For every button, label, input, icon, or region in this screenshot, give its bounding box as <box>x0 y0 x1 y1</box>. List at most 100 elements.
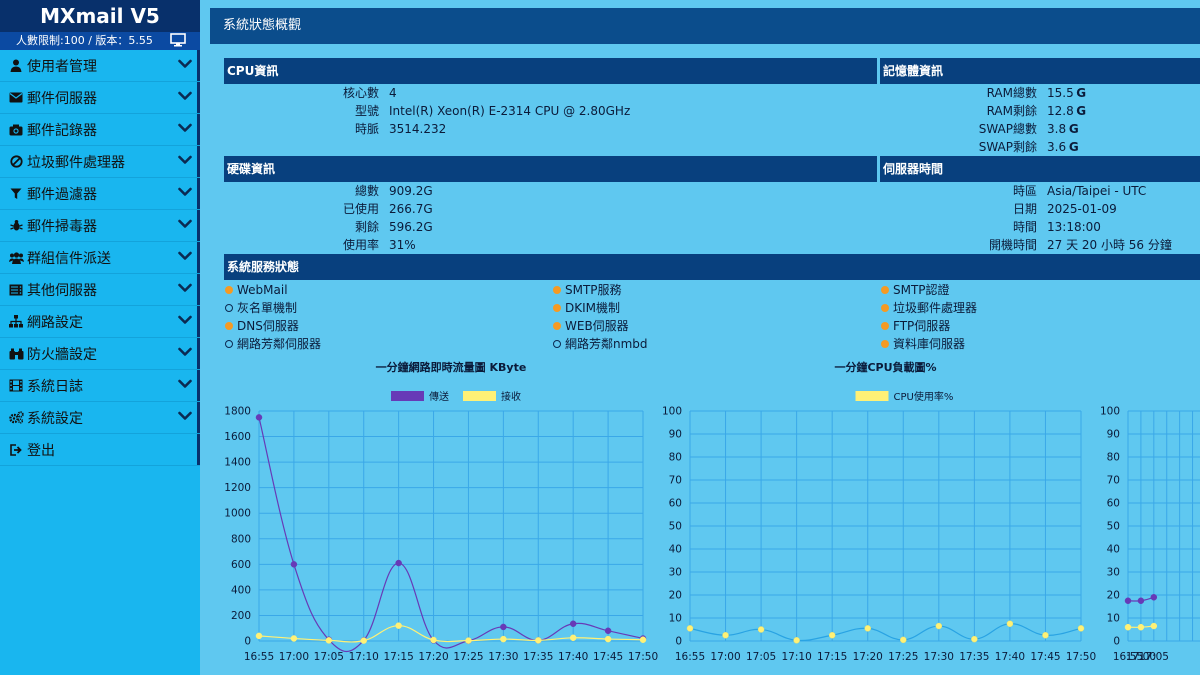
license-info-bar: 人數限制:100 / 版本：5.55 <box>0 32 200 50</box>
data-point <box>255 414 263 421</box>
server-time-value: 2025-01-09 <box>1047 202 1117 216</box>
data-point <box>500 623 507 631</box>
sidebar: MXmail V5 人數限制:100 / 版本：5.55 使用者管理 郵件伺服器郵… <box>0 0 200 675</box>
sign-out-icon <box>8 442 24 458</box>
y-tick-label: 800 <box>231 533 251 545</box>
ban-icon <box>8 154 24 170</box>
disk-section-title: 硬碟資訊 <box>224 156 877 182</box>
sidebar-item-filter[interactable]: 郵件過濾器 <box>0 178 200 210</box>
status-inactive-icon <box>553 340 561 348</box>
sidebar-item-film[interactable]: 系統日誌 <box>0 370 200 402</box>
sidebar-item-user[interactable]: 使用者管理 <box>0 50 200 82</box>
data-point <box>360 637 367 644</box>
sidebar-item-server[interactable]: 其他伺服器 <box>0 274 200 306</box>
x-tick-label: 16:55 <box>675 651 705 663</box>
status-active-icon <box>881 286 889 294</box>
memory-unit: G <box>1076 86 1087 100</box>
chevron-down-icon[interactable] <box>178 346 192 360</box>
server-time-value: 13:18:00 <box>1047 220 1101 234</box>
service-status-item: WEB伺服器 <box>553 317 629 335</box>
sidebar-item-label: 郵件過濾器 <box>27 186 97 203</box>
y-tick-label: 70 <box>669 475 682 487</box>
series-line <box>689 623 1082 642</box>
chevron-down-icon[interactable] <box>178 186 192 200</box>
sidebar-item-label: 群組信件派送 <box>27 250 111 267</box>
data-point <box>900 636 907 644</box>
legend-swatch <box>391 391 424 401</box>
sidebar-item-bug[interactable]: 郵件掃毒器 <box>0 210 200 242</box>
memory-label: RAM總數 <box>986 86 1037 100</box>
service-name: SMTP服務 <box>565 283 622 297</box>
page-title: 系統狀態概觀 <box>210 8 1200 44</box>
data-point <box>828 632 836 639</box>
data-point <box>686 625 694 632</box>
sidebar-item-sitemap[interactable]: 網路設定 <box>0 306 200 338</box>
y-tick-label: 80 <box>669 452 682 464</box>
memory-value: 3.8 G <box>1047 122 1079 136</box>
service-status-item: 資料庫伺服器 <box>881 335 965 353</box>
chevron-down-icon[interactable] <box>178 314 192 328</box>
x-tick-label: 17:45 <box>1030 651 1060 663</box>
data-point <box>1077 625 1085 632</box>
sidebar-item-label: 登出 <box>27 442 55 459</box>
sidebar-item-label: 垃圾郵件處理器 <box>27 154 125 171</box>
data-point <box>793 637 800 644</box>
server-icon <box>8 282 24 298</box>
y-tick-label: 1400 <box>224 457 251 469</box>
x-tick-label: 17:05 <box>746 651 776 663</box>
sidebar-item-binoculars[interactable]: 防火牆設定 <box>0 338 200 370</box>
sidebar-item-ban[interactable]: 垃圾郵件處理器 <box>0 146 200 178</box>
chevron-down-icon[interactable] <box>178 410 192 424</box>
data-point <box>935 622 943 630</box>
data-point <box>465 637 472 644</box>
legend-swatch <box>463 391 496 401</box>
memory-section-title: 記憶體資訊 <box>880 58 1200 84</box>
x-tick-label: 17:05 <box>314 651 344 663</box>
chevron-down-icon[interactable] <box>178 58 192 72</box>
sidebar-item-camera[interactable]: 郵件記錄器 <box>0 114 200 146</box>
service-name: 垃圾郵件處理器 <box>893 301 978 315</box>
chevron-down-icon[interactable] <box>178 90 192 104</box>
chevron-down-icon[interactable] <box>178 250 192 264</box>
series-line <box>258 417 644 653</box>
chart-1: 一分鐘網路即時流量圖 KByte 傳送 接收 0 200 400 600 800 1000 120… <box>224 360 658 663</box>
y-tick-label: 60 <box>1107 498 1120 510</box>
sidebar-item-cogs[interactable]: 系統設定 <box>0 402 200 434</box>
users-icon <box>8 250 24 266</box>
memory-value: 12.8 G <box>1047 104 1087 118</box>
x-tick-label: 17:10 <box>349 651 379 663</box>
service-status-item: SMTP認證 <box>881 281 950 299</box>
chevron-down-icon[interactable] <box>178 282 192 296</box>
chevron-down-icon[interactable] <box>178 218 192 232</box>
sidebar-menu: 使用者管理郵件伺服器郵件記錄器垃圾郵件處理器 郵件過濾器郵件掃毒器群組信件派送其他… <box>0 50 200 466</box>
y-tick-label: 200 <box>231 610 251 622</box>
memory-label: RAM剩餘 <box>986 104 1037 118</box>
sidebar-item-users[interactable]: 群組信件派送 <box>0 242 200 274</box>
sidebar-item-label: 郵件掃毒器 <box>27 218 97 235</box>
x-tick-label: 17:50 <box>628 651 658 663</box>
sidebar-item-envelope[interactable]: 郵件伺服器 <box>0 82 200 114</box>
data-point <box>290 635 298 642</box>
x-tick-label: 17:35 <box>523 651 553 663</box>
x-tick-label: 16:55 <box>244 651 274 663</box>
chevron-down-icon[interactable] <box>178 154 192 168</box>
server-time-label: 時區 <box>1012 184 1037 198</box>
data-point <box>395 622 402 629</box>
sidebar-item-label: 郵件記錄器 <box>27 122 97 139</box>
service-name: FTP伺服器 <box>893 319 951 333</box>
y-tick-label: 0 <box>244 636 251 648</box>
sidebar-item-sign-out[interactable]: 登出 <box>0 434 200 466</box>
chevron-down-icon[interactable] <box>178 378 192 392</box>
data-point <box>604 635 612 643</box>
y-tick-label: 50 <box>1107 521 1120 533</box>
x-tick-label: 17:15 <box>817 651 847 663</box>
service-name: 灰名單機制 <box>237 301 298 315</box>
data-point <box>1124 623 1132 631</box>
sidebar-item-label: 郵件伺服器 <box>27 90 97 107</box>
y-tick-label: 0 <box>675 636 682 648</box>
chevron-down-icon[interactable] <box>178 122 192 136</box>
legend-label: 接收 <box>501 390 521 403</box>
y-tick-label: 600 <box>231 559 251 571</box>
y-tick-label: 40 <box>1107 544 1120 556</box>
y-tick-label: 30 <box>1107 567 1120 579</box>
